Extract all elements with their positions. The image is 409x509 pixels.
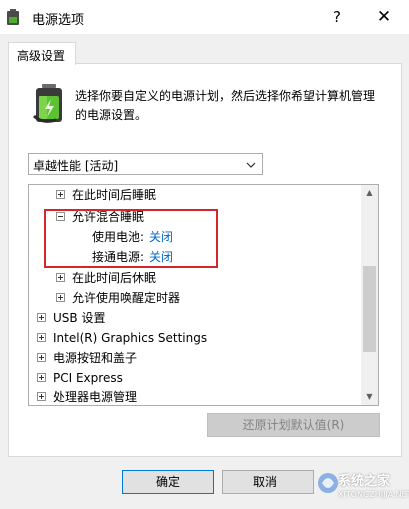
tree-item-label: Intel(R) Graphics Settings <box>53 331 208 345</box>
tab-advanced-settings[interactable]: 高级设置 <box>8 42 76 65</box>
tree-item-power-buttons-lid[interactable]: 电源按钮和盖子 <box>29 348 359 368</box>
tree-item-label: 处理器电源管理 <box>53 390 138 404</box>
chevron-down-icon <box>246 159 256 173</box>
close-button[interactable]: ✕ <box>370 5 398 29</box>
scroll-up-icon[interactable]: ▲ <box>361 185 378 201</box>
tree-item-label: 电源按钮和盖子 <box>53 351 138 365</box>
tree-item-hibernate-after[interactable]: 在此时间后休眠 <box>29 268 359 288</box>
expand-plus-icon[interactable] <box>56 293 65 302</box>
tree-item-pci-express[interactable]: PCI Express <box>29 368 359 388</box>
restore-defaults-button[interactable]: 还原计划默认值(R) <box>207 413 380 437</box>
scroll-down-icon[interactable]: ▼ <box>361 389 378 405</box>
tree-item-sleep-after[interactable]: 在此时间后睡眠 <box>29 185 359 205</box>
tree-item-wake-timers[interactable]: 允许使用唤醒定时器 <box>29 288 359 308</box>
battery-app-icon <box>6 9 20 25</box>
red-highlight-box <box>44 209 218 268</box>
expand-plus-icon[interactable] <box>37 392 46 401</box>
expand-plus-icon[interactable] <box>37 313 46 322</box>
tree-item-processor-power[interactable]: 处理器电源管理 <box>29 387 359 405</box>
power-plan-value: 卓越性能 [活动] <box>33 159 119 173</box>
watermark-text: 系统之家 <box>338 474 391 489</box>
watermark-subtext: XITONGZHIJIA.NET <box>338 490 409 499</box>
battery-icon <box>32 84 66 124</box>
expand-plus-icon[interactable] <box>56 273 65 282</box>
tree-item-label: 允许使用唤醒定时器 <box>72 291 181 305</box>
tab-label: 高级设置 <box>17 49 66 63</box>
help-button[interactable]: ? <box>325 5 349 29</box>
tree-item-label: USB 设置 <box>53 311 106 325</box>
expand-plus-icon[interactable] <box>37 333 46 342</box>
expand-plus-icon[interactable] <box>37 373 46 382</box>
description-line-2: 的电源设置。 <box>75 108 148 122</box>
window-title: 电源选项 <box>32 13 85 28</box>
tree-item-label: 在此时间后休眠 <box>72 271 157 285</box>
tree-item-usb-settings[interactable]: USB 设置 <box>29 308 359 328</box>
power-plan-select[interactable]: 卓越性能 [活动] <box>28 153 263 175</box>
expand-plus-icon[interactable] <box>37 353 46 362</box>
tree-item-intel-graphics[interactable]: Intel(R) Graphics Settings <box>29 328 359 348</box>
ok-button[interactable]: 确定 <box>122 470 214 494</box>
tree-item-label: PCI Express <box>53 371 123 385</box>
cancel-button[interactable]: 取消 <box>222 470 314 494</box>
description-line-1: 选择你要自定义的电源计划，然后选择你希望计算机管理 <box>75 89 376 103</box>
scroll-thumb[interactable] <box>363 266 376 352</box>
tree-item-label: 在此时间后睡眠 <box>72 188 157 202</box>
expand-plus-icon[interactable] <box>56 190 65 199</box>
